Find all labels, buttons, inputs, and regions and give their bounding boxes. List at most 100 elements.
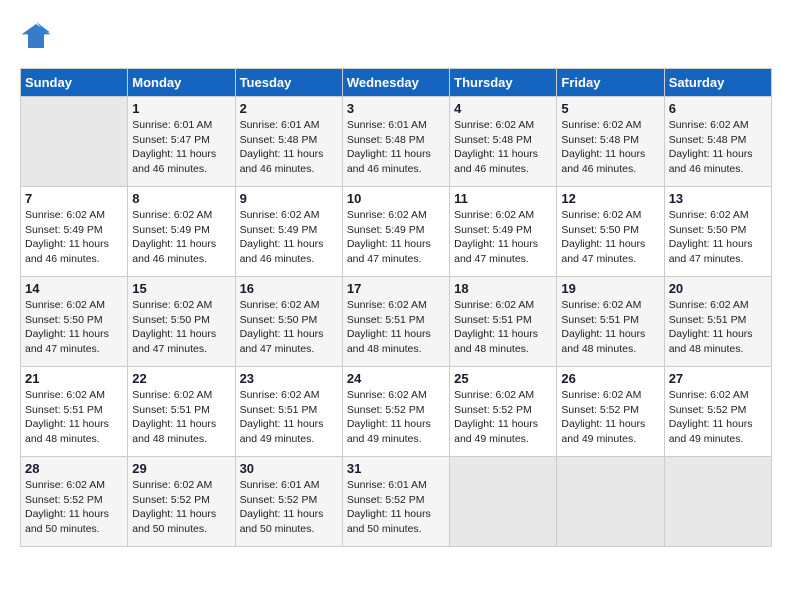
- cell-info: Sunrise: 6:02 AM Sunset: 5:52 PM Dayligh…: [561, 388, 659, 447]
- day-number: 13: [669, 191, 767, 206]
- logo: [20, 20, 56, 52]
- day-number: 11: [454, 191, 552, 206]
- cell-info: Sunrise: 6:02 AM Sunset: 5:52 PM Dayligh…: [669, 388, 767, 447]
- cell-info: Sunrise: 6:02 AM Sunset: 5:51 PM Dayligh…: [25, 388, 123, 447]
- day-number: 19: [561, 281, 659, 296]
- calendar-cell: 2Sunrise: 6:01 AM Sunset: 5:48 PM Daylig…: [235, 97, 342, 187]
- calendar-cell: 15 Sunrise: 6:02 AM Sunset: 5:50 PM Dayli…: [128, 277, 235, 367]
- cell-info: Sunrise: 6:01 AM Sunset: 5:48 PM Dayligh…: [347, 118, 445, 177]
- col-header-friday: Friday: [557, 69, 664, 97]
- day-number: 4: [454, 101, 552, 116]
- day-number: 22: [132, 371, 230, 386]
- cell-info: Sunrise: 6:02 AM Sunset: 5:48 PM Dayligh…: [561, 118, 659, 177]
- calendar-cell: 27 Sunrise: 6:02 AM Sunset: 5:52 PM Dayli…: [664, 367, 771, 457]
- day-number: 12: [561, 191, 659, 206]
- calendar-cell: 28 Sunrise: 6:02 AM Sunset: 5:52 PM Dayli…: [21, 457, 128, 547]
- cell-info: Sunrise: 6:02 AM Sunset: 5:49 PM Dayligh…: [454, 208, 552, 267]
- calendar-cell: 6 Sunrise: 6:02 AM Sunset: 5:48 PM Daylig…: [664, 97, 771, 187]
- day-number: 1: [132, 101, 230, 116]
- day-number: 17: [347, 281, 445, 296]
- cell-info: Sunrise: 6:02 AM Sunset: 5:49 PM Dayligh…: [132, 208, 230, 267]
- cell-info: Sunrise: 6:01 AM Sunset: 5:48 PM Dayligh…: [240, 118, 338, 177]
- cell-info: Sunrise: 6:01 AM Sunset: 5:52 PM Dayligh…: [347, 478, 445, 537]
- calendar-cell: 10 Sunrise: 6:02 AM Sunset: 5:49 PM Dayli…: [342, 187, 449, 277]
- cell-info: Sunrise: 6:02 AM Sunset: 5:51 PM Dayligh…: [561, 298, 659, 357]
- calendar-cell: 23Sunrise: 6:02 AM Sunset: 5:51 PM Dayli…: [235, 367, 342, 457]
- calendar-cell: 18 Sunrise: 6:02 AM Sunset: 5:51 PM Dayli…: [450, 277, 557, 367]
- cell-info: Sunrise: 6:02 AM Sunset: 5:51 PM Dayligh…: [347, 298, 445, 357]
- calendar-cell: 12 Sunrise: 6:02 AM Sunset: 5:50 PM Dayli…: [557, 187, 664, 277]
- cell-info: Sunrise: 6:02 AM Sunset: 5:51 PM Dayligh…: [454, 298, 552, 357]
- day-number: 18: [454, 281, 552, 296]
- calendar-cell: [664, 457, 771, 547]
- calendar-week-row: 28 Sunrise: 6:02 AM Sunset: 5:52 PM Dayli…: [21, 457, 772, 547]
- day-number: 6: [669, 101, 767, 116]
- cell-info: Sunrise: 6:02 AM Sunset: 5:50 PM Dayligh…: [669, 208, 767, 267]
- cell-info: Sunrise: 6:02 AM Sunset: 5:49 PM Dayligh…: [25, 208, 123, 267]
- cell-info: Sunrise: 6:02 AM Sunset: 5:50 PM Dayligh…: [561, 208, 659, 267]
- calendar-cell: 9 Sunrise: 6:02 AM Sunset: 5:49 PM Daylig…: [235, 187, 342, 277]
- calendar-week-row: 21 Sunrise: 6:02 AM Sunset: 5:51 PM Dayli…: [21, 367, 772, 457]
- col-header-wednesday: Wednesday: [342, 69, 449, 97]
- day-number: 26: [561, 371, 659, 386]
- calendar-cell: 11 Sunrise: 6:02 AM Sunset: 5:49 PM Dayli…: [450, 187, 557, 277]
- cell-info: Sunrise: 6:02 AM Sunset: 5:51 PM Dayligh…: [132, 388, 230, 447]
- day-number: 25: [454, 371, 552, 386]
- cell-info: Sunrise: 6:02 AM Sunset: 5:52 PM Dayligh…: [347, 388, 445, 447]
- calendar-table: SundayMondayTuesdayWednesdayThursdayFrid…: [20, 68, 772, 547]
- calendar-cell: 3 Sunrise: 6:01 AM Sunset: 5:48 PM Daylig…: [342, 97, 449, 187]
- day-number: 24: [347, 371, 445, 386]
- calendar-week-row: 14 Sunrise: 6:02 AM Sunset: 5:50 PM Dayli…: [21, 277, 772, 367]
- calendar-cell: 8 Sunrise: 6:02 AM Sunset: 5:49 PM Daylig…: [128, 187, 235, 277]
- day-number: 30: [240, 461, 338, 476]
- day-number: 16: [240, 281, 338, 296]
- cell-info: Sunrise: 6:01 AM Sunset: 5:47 PM Dayligh…: [132, 118, 230, 177]
- col-header-sunday: Sunday: [21, 69, 128, 97]
- day-number: 21: [25, 371, 123, 386]
- day-number: 3: [347, 101, 445, 116]
- calendar-header-row: SundayMondayTuesdayWednesdayThursdayFrid…: [21, 69, 772, 97]
- day-number: 15: [132, 281, 230, 296]
- calendar-cell: 19 Sunrise: 6:02 AM Sunset: 5:51 PM Dayli…: [557, 277, 664, 367]
- calendar-cell: 1 Sunrise: 6:01 AM Sunset: 5:47 PM Daylig…: [128, 97, 235, 187]
- cell-info: Sunrise: 6:02 AM Sunset: 5:48 PM Dayligh…: [669, 118, 767, 177]
- cell-info: Sunrise: 6:02 AM Sunset: 5:51 PM Dayligh…: [669, 298, 767, 357]
- calendar-week-row: 7Sunrise: 6:02 AM Sunset: 5:49 PM Daylig…: [21, 187, 772, 277]
- day-number: 29: [132, 461, 230, 476]
- day-number: 5: [561, 101, 659, 116]
- cell-info: Sunrise: 6:02 AM Sunset: 5:48 PM Dayligh…: [454, 118, 552, 177]
- calendar-cell: [557, 457, 664, 547]
- cell-info: Sunrise: 6:02 AM Sunset: 5:49 PM Dayligh…: [240, 208, 338, 267]
- cell-info: Sunrise: 6:02 AM Sunset: 5:49 PM Dayligh…: [347, 208, 445, 267]
- day-number: 20: [669, 281, 767, 296]
- calendar-cell: 24 Sunrise: 6:02 AM Sunset: 5:52 PM Dayli…: [342, 367, 449, 457]
- cell-info: Sunrise: 6:02 AM Sunset: 5:52 PM Dayligh…: [454, 388, 552, 447]
- cell-info: Sunrise: 6:02 AM Sunset: 5:52 PM Dayligh…: [132, 478, 230, 537]
- calendar-cell: 5 Sunrise: 6:02 AM Sunset: 5:48 PM Daylig…: [557, 97, 664, 187]
- cell-info: Sunrise: 6:02 AM Sunset: 5:50 PM Dayligh…: [132, 298, 230, 357]
- col-header-saturday: Saturday: [664, 69, 771, 97]
- cell-info: Sunrise: 6:02 AM Sunset: 5:50 PM Dayligh…: [25, 298, 123, 357]
- calendar-cell: 13 Sunrise: 6:02 AM Sunset: 5:50 PM Dayli…: [664, 187, 771, 277]
- calendar-cell: [450, 457, 557, 547]
- day-number: 8: [132, 191, 230, 206]
- col-header-tuesday: Tuesday: [235, 69, 342, 97]
- calendar-cell: 14 Sunrise: 6:02 AM Sunset: 5:50 PM Dayli…: [21, 277, 128, 367]
- col-header-monday: Monday: [128, 69, 235, 97]
- day-number: 9: [240, 191, 338, 206]
- calendar-cell: [21, 97, 128, 187]
- calendar-cell: 20 Sunrise: 6:02 AM Sunset: 5:51 PM Dayli…: [664, 277, 771, 367]
- calendar-cell: 31 Sunrise: 6:01 AM Sunset: 5:52 PM Dayli…: [342, 457, 449, 547]
- calendar-cell: 22 Sunrise: 6:02 AM Sunset: 5:51 PM Dayli…: [128, 367, 235, 457]
- day-number: 28: [25, 461, 123, 476]
- day-number: 27: [669, 371, 767, 386]
- cell-info: Sunrise: 6:02 AM Sunset: 5:52 PM Dayligh…: [25, 478, 123, 537]
- day-number: 31: [347, 461, 445, 476]
- cell-info: Sunrise: 6:02 AM Sunset: 5:50 PM Dayligh…: [240, 298, 338, 357]
- calendar-cell: 7Sunrise: 6:02 AM Sunset: 5:49 PM Daylig…: [21, 187, 128, 277]
- day-number: 14: [25, 281, 123, 296]
- page-header: [20, 20, 772, 52]
- cell-info: Sunrise: 6:02 AM Sunset: 5:51 PM Dayligh…: [240, 388, 338, 447]
- day-number: 10: [347, 191, 445, 206]
- calendar-cell: 21 Sunrise: 6:02 AM Sunset: 5:51 PM Dayli…: [21, 367, 128, 457]
